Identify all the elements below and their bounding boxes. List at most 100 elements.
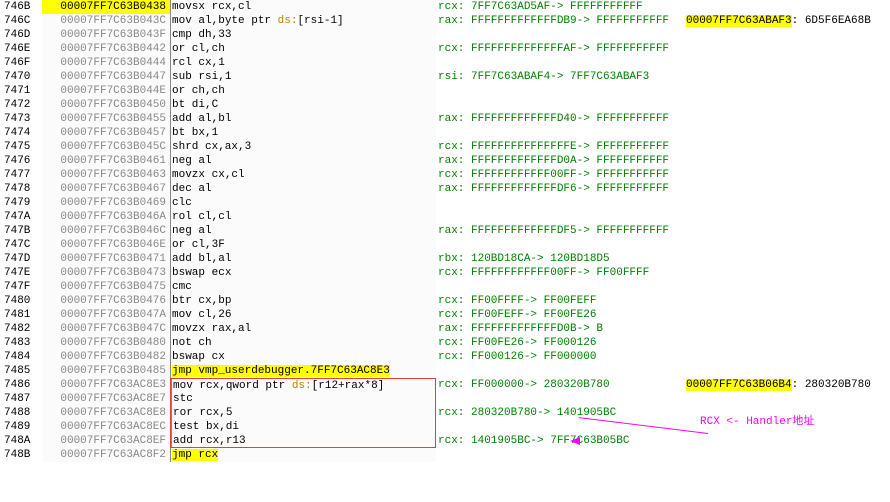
disasm-row[interactable]: 747800007FF7C63B0467dec alrax: FFFFFFFFF… [0, 182, 890, 196]
address: 00007FF7C63B046E [42, 238, 170, 252]
row-index: 7482 [0, 322, 42, 336]
instruction: cmp dh,33 [170, 28, 436, 42]
instruction: clc [170, 196, 436, 210]
address: 00007FF7C63B0447 [42, 70, 170, 84]
disasm-row[interactable]: 747600007FF7C63B0461neg alrax: FFFFFFFFF… [0, 154, 890, 168]
instruction: neg al [170, 154, 436, 168]
target-info [684, 406, 890, 420]
register-info: rcx: 7FF7C63AD5AF-> FFFFFFFFFFF [436, 0, 684, 14]
disasm-row[interactable]: 747500007FF7C63B045Cshrd cx,ax,3rcx: FFF… [0, 140, 890, 154]
disasm-row[interactable]: 747B00007FF7C63B046Cneg alrax: FFFFFFFFF… [0, 224, 890, 238]
register-info: rax: FFFFFFFFFFFFFD0B-> B [436, 322, 684, 336]
row-index: 747E [0, 266, 42, 280]
row-index: 7471 [0, 84, 42, 98]
register-info: rbx: 120BD18CA-> 120BD18D5 [436, 252, 684, 266]
address: 00007FF7C63AC8E3 [42, 378, 170, 392]
register-info [436, 126, 684, 140]
address: 00007FF7C63B046C [42, 224, 170, 238]
instruction: rol cl,cl [170, 210, 436, 224]
disasm-row[interactable]: 748300007FF7C63B0480not chrcx: FF00FE26-… [0, 336, 890, 350]
target-info [684, 420, 890, 434]
disasm-row[interactable]: 747A00007FF7C63B046Arol cl,cl [0, 210, 890, 224]
disasm-row[interactable]: 748B00007FF7C63AC8F2jmp rcx [0, 448, 890, 462]
register-info: rax: FFFFFFFFFFFFFDF6-> FFFFFFFFFFF [436, 182, 684, 196]
row-index: 7473 [0, 112, 42, 126]
instruction: dec al [170, 182, 436, 196]
disasm-row[interactable]: 748900007FF7C63AC8ECtest bx,di [0, 420, 890, 434]
target-info [684, 210, 890, 224]
instruction: btr cx,bp [170, 294, 436, 308]
address: 00007FF7C63B043C [42, 14, 170, 28]
register-info: rcx: FF00FEFF-> FF00FE26 [436, 308, 684, 322]
register-info: rcx: FF000000-> 280320B780 [436, 378, 684, 392]
address: 00007FF7C63B0438 [42, 0, 170, 14]
disasm-row[interactable]: 748200007FF7C63B047Cmovzx rax,alrax: FFF… [0, 322, 890, 336]
disasm-row[interactable]: 746B00007FF7C63B0438movsx rcx,clrcx: 7FF… [0, 0, 890, 14]
disasm-row[interactable]: 748400007FF7C63B0482bswap cxrcx: FF00012… [0, 350, 890, 364]
row-index: 7480 [0, 294, 42, 308]
row-index: 746C [0, 14, 42, 28]
register-info [436, 364, 684, 378]
address: 00007FF7C63AC8F2 [42, 448, 170, 462]
register-info: rcx: 1401905BC-> 7FF7C63B05BC [436, 434, 684, 448]
instruction: mov cl,26 [170, 308, 436, 322]
disasm-row[interactable]: 747700007FF7C63B0463movzx cx,clrcx: FFFF… [0, 168, 890, 182]
address: 00007FF7C63B044E [42, 84, 170, 98]
register-info: rax: FFFFFFFFFFFFFD0A-> FFFFFFFFFFF [436, 154, 684, 168]
disasm-row[interactable]: 746C00007FF7C63B043Cmov al,byte ptr ds:[… [0, 14, 890, 28]
row-index: 747B [0, 224, 42, 238]
target-info: 00007FF7C63B06B4: 280320B780 [684, 378, 890, 392]
disasm-row[interactable]: 746D00007FF7C63B043Fcmp dh,33 [0, 28, 890, 42]
register-info: rcx: FFFFFFFFFFFFFFAF-> FFFFFFFFFFF [436, 42, 684, 56]
target-info [684, 224, 890, 238]
disasm-row[interactable]: 747900007FF7C63B0469clc [0, 196, 890, 210]
disasm-row[interactable]: 747E00007FF7C63B0473bswap ecxrcx: FFFFFF… [0, 266, 890, 280]
address: 00007FF7C63AC8E7 [42, 392, 170, 406]
disasm-row[interactable]: 748600007FF7C63AC8E3mov rcx,qword ptr ds… [0, 378, 890, 392]
disasm-row[interactable]: 748A00007FF7C63AC8EFadd rcx,r13rcx: 1401… [0, 434, 890, 448]
register-info [436, 392, 684, 406]
register-info [436, 98, 684, 112]
instruction: bswap ecx [170, 266, 436, 280]
disasm-row[interactable]: 748800007FF7C63AC8E8ror rcx,5rcx: 280320… [0, 406, 890, 420]
disasm-row[interactable]: 747F00007FF7C63B0475cmc [0, 280, 890, 294]
disassembly-view[interactable]: 746B00007FF7C63B0438movsx rcx,clrcx: 7FF… [0, 0, 890, 462]
disasm-row[interactable]: 747D00007FF7C63B0471add bl,alrbx: 120BD1… [0, 252, 890, 266]
row-index: 748A [0, 434, 42, 448]
address: 00007FF7C63B0457 [42, 126, 170, 140]
disasm-row[interactable]: 748500007FF7C63B0485jmp vmp_userdebugger… [0, 364, 890, 378]
address: 00007FF7C63B0450 [42, 98, 170, 112]
address: 00007FF7C63AC8E8 [42, 406, 170, 420]
disasm-row[interactable]: 747000007FF7C63B0447sub rsi,1rsi: 7FF7C6… [0, 70, 890, 84]
address: 00007FF7C63B0482 [42, 350, 170, 364]
disasm-row[interactable]: 747200007FF7C63B0450bt di,C [0, 98, 890, 112]
disasm-row[interactable]: 748100007FF7C63B047Amov cl,26rcx: FF00FE… [0, 308, 890, 322]
disasm-row[interactable]: 746E00007FF7C63B0442or cl,chrcx: FFFFFFF… [0, 42, 890, 56]
address: 00007FF7C63B047A [42, 308, 170, 322]
row-index: 7487 [0, 392, 42, 406]
register-info [436, 448, 684, 462]
register-info [436, 28, 684, 42]
instruction: mov al,byte ptr ds:[rsi-1] [170, 14, 436, 28]
instruction: shrd cx,ax,3 [170, 140, 436, 154]
target-info [684, 266, 890, 280]
disasm-row[interactable]: 747C00007FF7C63B046Eor cl,3F [0, 238, 890, 252]
disasm-row[interactable]: 748700007FF7C63AC8E7stc [0, 392, 890, 406]
disasm-row[interactable]: 747400007FF7C63B0457bt bx,1 [0, 126, 890, 140]
instruction: cmc [170, 280, 436, 294]
instruction: stc [170, 392, 436, 406]
address: 00007FF7C63B0473 [42, 266, 170, 280]
instruction: rcl cx,1 [170, 56, 436, 70]
disasm-row[interactable]: 748000007FF7C63B0476btr cx,bprcx: FF00FF… [0, 294, 890, 308]
disasm-row[interactable]: 747300007FF7C63B0455add al,blrax: FFFFFF… [0, 112, 890, 126]
address: 00007FF7C63B043F [42, 28, 170, 42]
target-info [684, 252, 890, 266]
instruction: sub rsi,1 [170, 70, 436, 84]
disasm-row[interactable]: 747100007FF7C63B044Eor ch,ch [0, 84, 890, 98]
instruction: ror rcx,5 [170, 406, 436, 420]
target-info [684, 196, 890, 210]
row-index: 7474 [0, 126, 42, 140]
register-info: rsi: 7FF7C63ABAF4-> 7FF7C63ABAF3 [436, 70, 684, 84]
disasm-row[interactable]: 746F00007FF7C63B0444rcl cx,1 [0, 56, 890, 70]
target-info [684, 448, 890, 462]
